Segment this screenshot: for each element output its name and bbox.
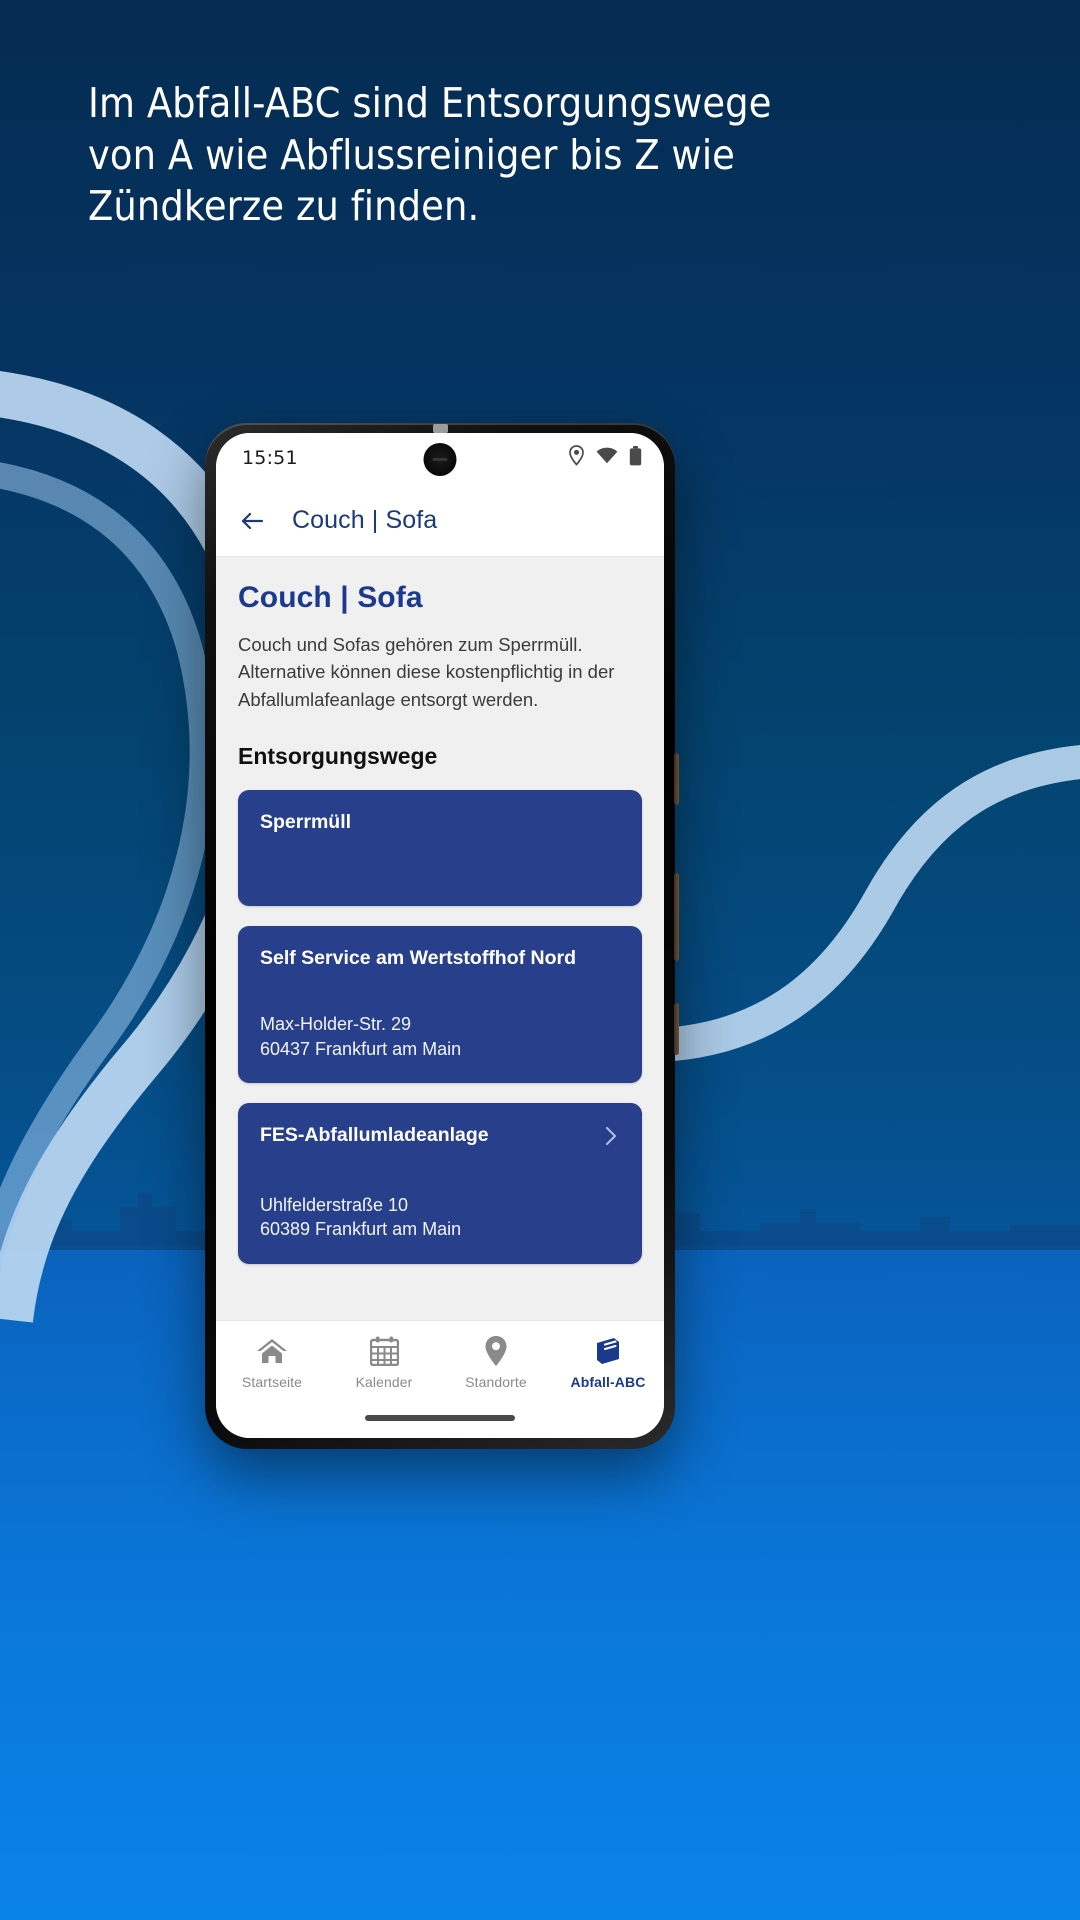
nav-label: Kalender <box>355 1374 413 1390</box>
disposal-card[interactable]: Self Service am Wertstoffhof Nord Max-Ho… <box>238 926 642 1083</box>
address-line-1: Uhlfelderstraße 10 <box>260 1194 409 1215</box>
status-icons <box>568 445 642 466</box>
disposal-card-title: Sperrmüll <box>260 811 352 834</box>
phone-volume-button <box>674 753 679 805</box>
address-line-1: Max-Holder-Str. 29 <box>260 1014 412 1035</box>
page-description: Couch und Sofas gehören zum Sperrmüll. A… <box>238 634 615 710</box>
app-bar: Couch | Sofa <box>216 485 664 557</box>
disposal-card[interactable]: Sperrmüll <box>238 790 642 907</box>
promo-headline: Im Abfall-ABC sind Entsorgungswege von A… <box>88 78 788 233</box>
book-icon-wrap <box>593 1335 623 1367</box>
disposal-card-address: Uhlfelderstraße 10 60389 Frankfurt am Ma… <box>260 1193 620 1242</box>
disposal-card-address: Max-Holder-Str. 29 60437 Frankfurt am Ma… <box>260 1012 620 1061</box>
status-time: 15:51 <box>242 447 298 469</box>
headline-line-1: Im Abfall-ABC sind Entsorgungswege <box>88 79 772 127</box>
home-indicator[interactable] <box>365 1415 515 1421</box>
home-icon <box>257 1339 287 1363</box>
phone-power-button <box>674 873 679 961</box>
nav-label: Startseite <box>241 1374 303 1390</box>
map-pin-icon <box>485 1336 507 1366</box>
page-title: Couch | Sofa <box>238 581 423 614</box>
headline-line-3: Zündkerze zu finden. <box>88 182 480 231</box>
book-icon <box>597 1338 619 1364</box>
nav-item-kalender[interactable]: Kalender <box>328 1335 440 1390</box>
disposal-card-title: FES-Abfallumladeanlage <box>260 1123 489 1146</box>
calendar-icon <box>369 1336 399 1366</box>
status-bar: 15:51 <box>216 433 664 485</box>
phone-screen: 15:51 Couch | Sofa Couch | Sofa Couch un… <box>216 433 664 1438</box>
wifi-icon <box>596 447 618 464</box>
nav-item-startseite[interactable]: Startseite <box>216 1335 328 1390</box>
disposal-card[interactable]: FES-Abfallumladeanlage Uhlfelderstraße 1… <box>238 1102 642 1264</box>
address-line-2: 60437 Frankfurt am Main <box>260 1038 462 1059</box>
nav-item-standorte[interactable]: Standorte <box>440 1335 552 1390</box>
disposal-card-title: Self Service am Wertstoffhof Nord <box>260 947 577 970</box>
calendar-icon-wrap <box>369 1335 399 1367</box>
battery-icon <box>629 445 642 465</box>
back-arrow-icon[interactable] <box>238 507 266 535</box>
camera-punch-hole <box>423 443 457 476</box>
nav-label: Standorte <box>465 1374 527 1390</box>
app-bar-title: Couch | Sofa <box>292 506 438 534</box>
location-pin-icon <box>569 445 584 466</box>
nav-label: Abfall-ABC <box>570 1374 646 1390</box>
section-title: Entsorgungswege <box>238 743 438 770</box>
map-pin-icon-wrap <box>484 1335 508 1367</box>
nav-item-abfall-abc[interactable]: Abfall-ABC <box>552 1335 664 1390</box>
address-line-2: 60389 Frankfurt am Main <box>260 1219 462 1240</box>
phone-mockup: 15:51 Couch | Sofa Couch | Sofa Couch un… <box>205 423 679 1449</box>
content-area: Couch | Sofa Couch und Sofas gehören zum… <box>216 557 664 1320</box>
headline-line-2: von A wie Abflussreiniger bis Z wie <box>88 130 735 179</box>
phone-side-button <box>674 1003 679 1055</box>
home-icon-wrap <box>256 1335 288 1367</box>
chevron-right-icon[interactable] <box>600 1125 622 1147</box>
